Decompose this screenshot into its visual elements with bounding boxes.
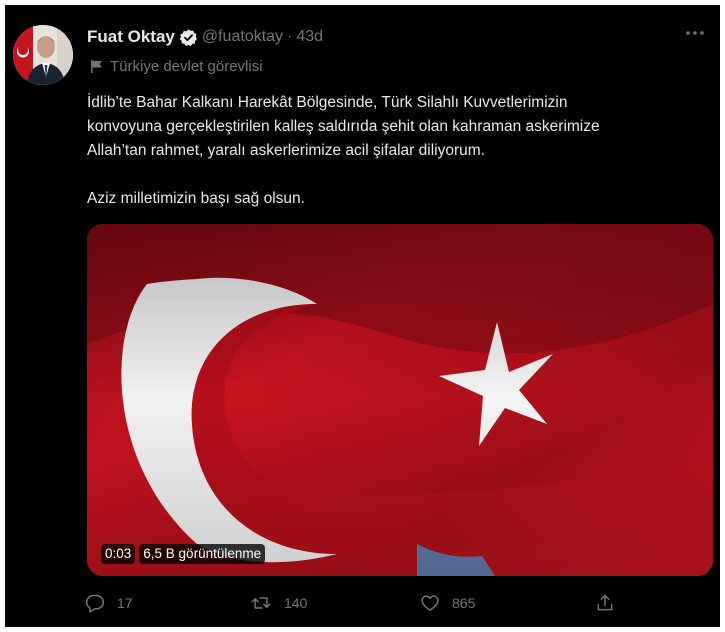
like-count: 865 — [452, 595, 476, 611]
more-dots-icon[interactable] — [680, 21, 710, 45]
video-duration: 0:03 — [101, 544, 136, 564]
account-label-text: Türkiye devlet görevlisi — [110, 58, 263, 75]
avatar[interactable] — [13, 25, 73, 85]
share-button[interactable] — [595, 593, 627, 613]
video-views: 6,5 B görüntülenme — [139, 544, 266, 564]
retweet-button[interactable]: 140 — [250, 593, 307, 613]
author-handle[interactable]: @fuatoktay — [202, 28, 283, 46]
flag-icon — [91, 59, 102, 74]
retweet-icon — [251, 597, 271, 609]
tweet-text-line: İdlib’te Bahar Kalkanı Harekât Bölgesind… — [87, 94, 568, 111]
retweet-count: 140 — [284, 595, 308, 611]
reply-icon — [85, 594, 105, 613]
tweet-text-line: Allah’tan rahmet, yaralı askerlerimize a… — [87, 142, 485, 159]
tweet-timestamp[interactable]: 43d — [296, 28, 323, 46]
verified-badge-icon — [179, 28, 198, 47]
reply-count: 17 — [117, 595, 133, 611]
avatar-image — [13, 25, 73, 85]
account-label[interactable]: Türkiye devlet görevlisi — [89, 58, 263, 75]
tweet-frame: Fuat Oktay @fuatoktay · 43d Türkiye devl… — [5, 5, 720, 627]
share-icon — [597, 594, 613, 611]
separator-dot: · — [287, 28, 293, 45]
like-button[interactable]: 865 — [420, 593, 475, 613]
tweet[interactable]: Fuat Oktay @fuatoktay · 43d Türkiye devl… — [5, 5, 720, 627]
tweet-text-line: konvoyuna gerçekleştirilen kalleş saldır… — [87, 118, 600, 135]
video-frame-flag — [87, 224, 713, 576]
reply-button[interactable]: 17 — [85, 593, 133, 613]
tweet-text-closing: Aziz milletimizin başı sağ olsun. — [87, 190, 305, 207]
author-name[interactable]: Fuat Oktay — [87, 27, 175, 47]
tweet-text: İdlib’te Bahar Kalkanı Harekât Bölgesind… — [87, 91, 712, 211]
video-overlay: 0:03 6,5 B görüntülenme — [101, 544, 266, 564]
tweet-header: Fuat Oktay @fuatoktay · 43d — [87, 27, 323, 47]
tweet-actions: 17 140 865 — [75, 593, 615, 623]
video-player[interactable]: 0:03 6,5 B görüntülenme — [87, 224, 713, 576]
heart-icon — [421, 595, 439, 611]
